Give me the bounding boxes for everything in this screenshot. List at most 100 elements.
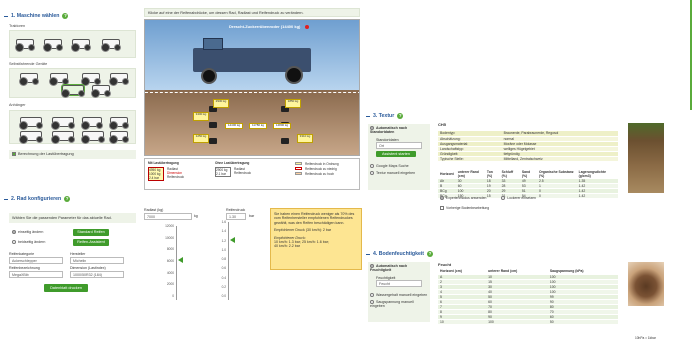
category-select[interactable]: Ackerschlepper <box>9 257 63 264</box>
designation-select[interactable]: MegaXBib <box>9 271 63 278</box>
assistant-start-button[interactable]: Assistent starten <box>376 151 416 158</box>
mode-single-row[interactable]: einseitig ändern <box>12 230 43 235</box>
close-icon[interactable] <box>305 25 309 29</box>
moisture-select[interactable]: Feucht <box>376 280 422 288</box>
horizon-table: Horizont unterer Rand (cm) Ton (%) Schluff … <box>438 170 618 199</box>
trailer-3[interactable] <box>81 117 103 130</box>
pressure-ticks: 1.6 1.4 1.2 1.0 0.8 0.6 0.4 0.2 0.0 <box>212 220 226 300</box>
load-tag[interactable]: 11780 kg <box>249 123 267 129</box>
self-propelled-list <box>9 68 136 98</box>
moisture-tension-row[interactable]: Saugspannung manuell eingeben <box>370 300 428 308</box>
machine-3[interactable] <box>81 73 101 86</box>
status-high: Reifendruck zu hoch <box>305 172 335 176</box>
pressure-input[interactable]: 1.30 <box>226 213 246 220</box>
machine-5[interactable] <box>91 85 111 98</box>
standard-tire-button[interactable]: Standard Reifen <box>73 229 109 236</box>
category-label: Reifenkategorie <box>9 252 35 256</box>
trailer-1[interactable] <box>19 117 43 130</box>
slider-tick: 0.8 <box>221 257 226 261</box>
load-tag[interactable]: 2930 kg <box>213 99 229 108</box>
trailer-8[interactable] <box>109 131 129 144</box>
help-icon[interactable]: ? <box>64 196 71 202</box>
machine-4[interactable] <box>109 73 129 86</box>
tractor-2[interactable] <box>43 39 63 52</box>
manufacturer-select[interactable]: Michelin <box>70 257 124 264</box>
trailer-2[interactable] <box>51 117 75 130</box>
load-tag[interactable]: 14400 kg <box>225 123 243 129</box>
scrollbar[interactable] <box>690 0 692 110</box>
tractor-1[interactable] <box>15 39 35 52</box>
moisture-measured-radio[interactable] <box>370 293 374 298</box>
load-tag[interactable]: 1250 kg <box>193 134 209 143</box>
load-slider-track[interactable] <box>176 226 177 300</box>
machine-1[interactable] <box>19 73 39 86</box>
help-icon[interactable]: ? <box>397 113 404 119</box>
mode-single-radio[interactable] <box>12 230 16 235</box>
section4-header: 4. Bodenfeuchtigkeit ? <box>366 251 434 257</box>
moisture-measured-row[interactable]: Wassergehalt manuell eingeben <box>370 293 428 298</box>
load-slider-handle[interactable] <box>178 257 183 263</box>
machine-viewer[interactable]: Drescht-Zuckerrübenroder (14400 kg) 2930… <box>144 19 360 156</box>
table-cell: 1.42 <box>576 193 618 199</box>
mode-both-radio[interactable] <box>12 240 16 245</box>
table-header-cell: Schluff (%) <box>499 170 520 179</box>
mode-both-row[interactable]: beidseitig ändern <box>12 240 46 245</box>
load-tag[interactable]: 14800 kg <box>273 123 291 129</box>
moisture-auto-row[interactable]: Automatisch nach Feuchtigkeit <box>370 264 428 272</box>
tire-rr[interactable] <box>281 138 289 144</box>
trailer-7[interactable] <box>81 131 105 144</box>
legend-with-labels: Radlast Dimension Reifendruck <box>167 167 184 179</box>
moisture-measured-label: Wassergehalt manuell eingeben <box>376 293 428 298</box>
load-transfer-checkbox[interactable] <box>12 152 16 156</box>
designation-label: Reifenbezeichnung <box>9 266 40 270</box>
texture-manual-radio[interactable] <box>370 171 374 176</box>
tire-assistant-button[interactable]: Reifen-Assistent <box>73 239 109 246</box>
soil-hands-image <box>628 262 664 306</box>
trailer-4[interactable] <box>109 117 129 130</box>
pressure-label: Reifendruck <box>226 208 246 212</box>
mode-both-label: beidseitig ändern <box>18 240 46 244</box>
location-select[interactable]: Ort <box>376 142 422 150</box>
section1-title: 1. Maschine wählen <box>11 13 60 19</box>
texture-google-row[interactable]: Google Maps Suche <box>370 164 428 169</box>
help-icon[interactable]: ? <box>427 251 434 257</box>
texture-manual-row[interactable]: Textur manuell eingeben <box>370 171 428 176</box>
load-tag[interactable]: 1850 kg <box>285 99 301 108</box>
machine-selected[interactable] <box>61 84 85 98</box>
tractor-3[interactable] <box>71 39 91 52</box>
section1-header: 1. Maschine wählen ? <box>4 13 69 19</box>
legend-without-title: Ohne Lastübertragung <box>215 161 250 165</box>
texture-google-label: Google Maps Suche <box>376 164 409 169</box>
rear-wheel <box>285 66 303 84</box>
expert-radio[interactable] <box>440 196 444 201</box>
slider-tick: 0.6 <box>221 266 226 271</box>
slider-tick: 8000 <box>166 247 174 252</box>
dimension-select[interactable]: 1000/50R32 (184) <box>70 271 124 278</box>
pre-tillage-row[interactable]: Vorherige Bodenbearbeitung <box>440 206 489 211</box>
load-input[interactable]: 7000 <box>144 213 192 220</box>
pressure-slider-handle[interactable] <box>230 237 235 243</box>
load-tag[interactable]: 3400 kg <box>193 112 209 121</box>
custom-radio[interactable] <box>501 196 506 201</box>
machine-2[interactable] <box>49 73 69 86</box>
tire-ml[interactable] <box>209 122 217 128</box>
trailer-5[interactable] <box>19 131 43 144</box>
trailer-6[interactable] <box>51 131 75 144</box>
load-transfer-row[interactable]: Berechnung der Lastübertragung <box>9 150 136 159</box>
slider-tick: 0.0 <box>221 294 226 298</box>
slider-tick: 2000 <box>166 282 174 287</box>
slider-tick: 10000 <box>165 235 174 240</box>
pre-tillage-checkbox[interactable] <box>440 206 444 211</box>
tractor-4[interactable] <box>101 39 121 52</box>
texture-google-radio[interactable] <box>370 164 374 169</box>
print-datasheet-button[interactable]: Datenblatt drucken <box>44 284 88 292</box>
expert-label: Expertenmodus anwenden <box>446 196 487 200</box>
help-icon[interactable]: ? <box>62 13 69 19</box>
pressure-slider-track[interactable] <box>228 222 229 300</box>
slider-tick: 12000 <box>165 224 174 228</box>
custom-label: Lockerer einsetzen <box>507 196 536 200</box>
tire-rl[interactable] <box>209 138 217 144</box>
texture-auto-row[interactable]: Automatisch nach Standortdaten <box>370 126 428 134</box>
section2-instruction: Wählen Sie die passenden Parameter für d… <box>9 213 136 223</box>
load-tag[interactable]: 3310 kg <box>297 134 313 143</box>
